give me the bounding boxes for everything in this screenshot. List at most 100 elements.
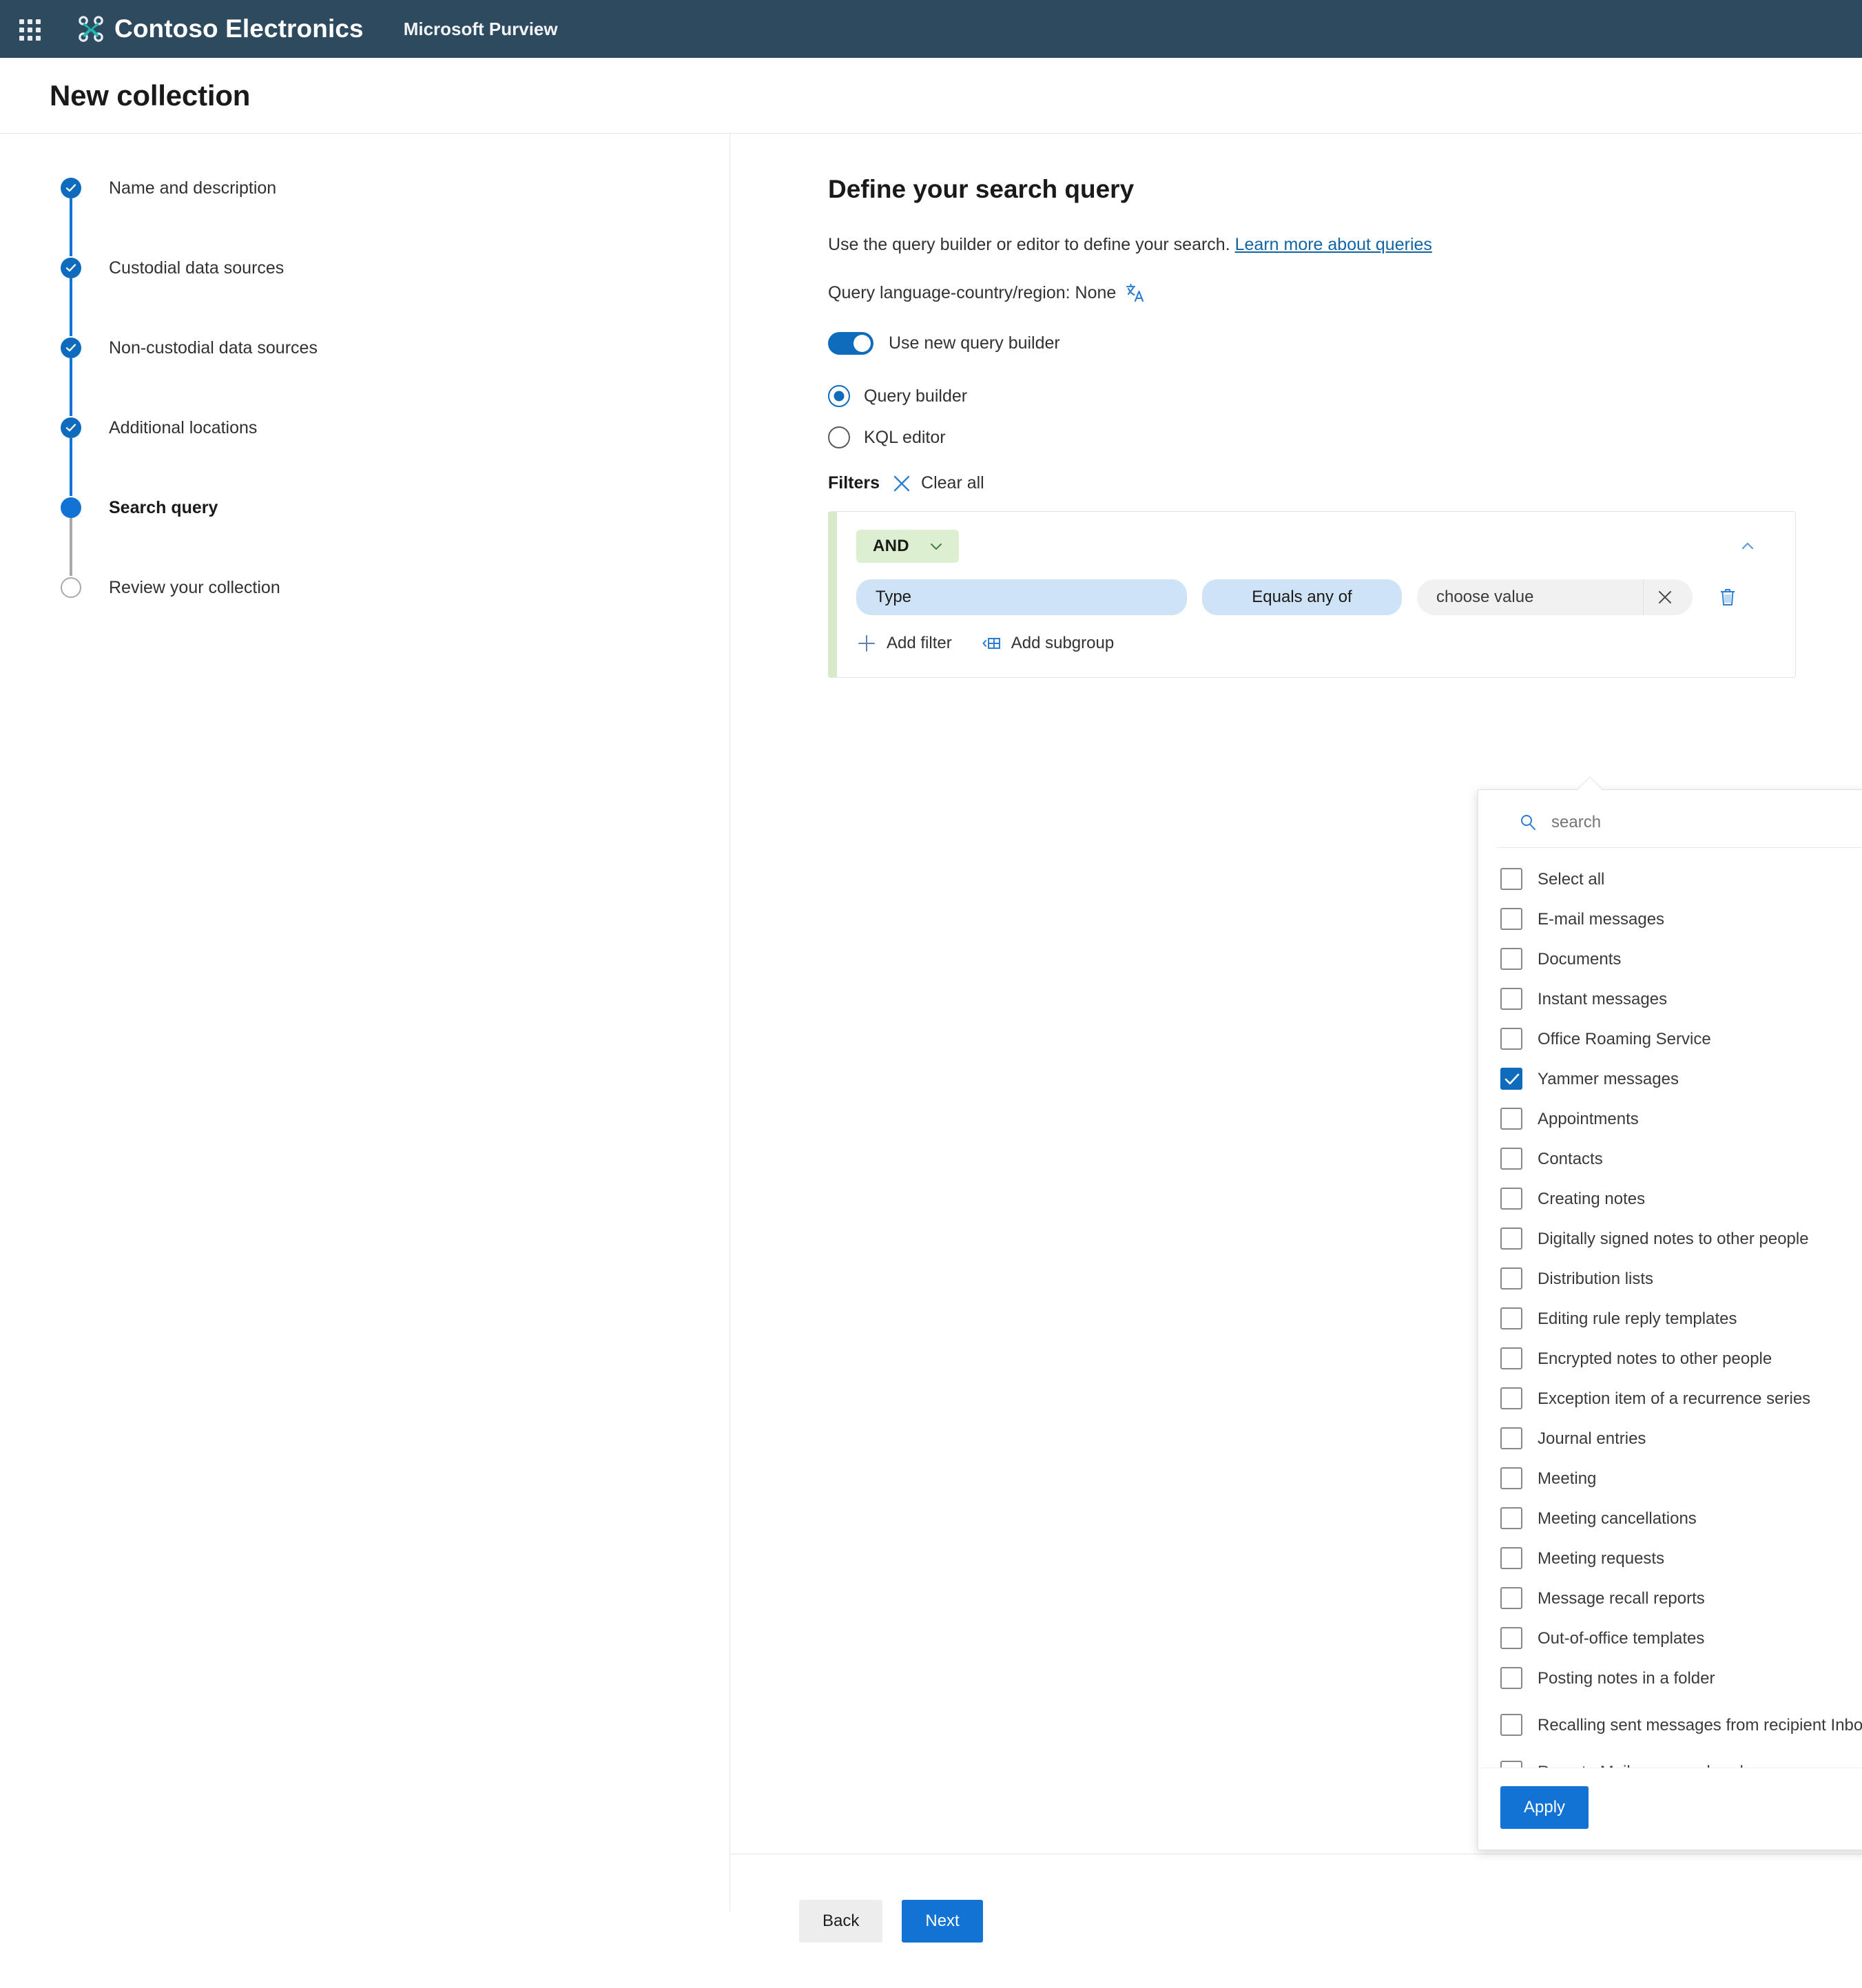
page-title: New collection bbox=[50, 79, 251, 112]
step-marker bbox=[59, 496, 83, 576]
dropdown-option[interactable]: Office Roaming Service bbox=[1478, 1019, 1862, 1059]
apply-button[interactable]: Apply bbox=[1500, 1786, 1589, 1829]
wizard-footer: Back Next bbox=[730, 1854, 1862, 1988]
filter-value-select[interactable]: choose value bbox=[1417, 579, 1693, 615]
checkbox-icon[interactable] bbox=[1500, 1108, 1522, 1130]
step-review-your-collection[interactable]: Review your collection bbox=[59, 576, 730, 610]
brand-area[interactable]: Contoso Electronics bbox=[76, 14, 364, 44]
radio-query-builder[interactable]: Query builder bbox=[828, 385, 1862, 407]
dropdown-option[interactable]: Encrypted notes to other people bbox=[1478, 1338, 1862, 1378]
use-new-query-builder-toggle[interactable] bbox=[828, 332, 873, 355]
add-filter-button[interactable]: Add filter bbox=[856, 633, 952, 654]
dropdown-option[interactable]: Documents bbox=[1478, 939, 1862, 979]
step-custodial-data-sources[interactable]: Custodial data sources bbox=[59, 256, 730, 336]
learn-more-link[interactable]: Learn more about queries bbox=[1235, 235, 1432, 254]
filter-value-placeholder: choose value bbox=[1436, 588, 1534, 606]
step-non-custodial-data-sources[interactable]: Non-custodial data sources bbox=[59, 336, 730, 416]
radio-kql-editor[interactable]: KQL editor bbox=[828, 426, 1862, 448]
checkbox-icon[interactable] bbox=[1500, 1387, 1522, 1409]
dropdown-option[interactable]: Journal entries bbox=[1478, 1418, 1862, 1458]
checkbox-icon[interactable] bbox=[1500, 1188, 1522, 1210]
step-marker bbox=[59, 336, 83, 416]
page-title-bar: New collection bbox=[0, 58, 1862, 134]
dropdown-option[interactable]: Digitally signed notes to other people bbox=[1478, 1219, 1862, 1259]
add-subgroup-button[interactable]: Add subgroup bbox=[981, 633, 1114, 654]
dropdown-option[interactable]: Meeting requests bbox=[1478, 1538, 1862, 1578]
app-launcher-icon[interactable] bbox=[15, 15, 43, 43]
back-button[interactable]: Back bbox=[799, 1900, 883, 1943]
dropdown-option[interactable]: Distribution lists bbox=[1478, 1259, 1862, 1298]
step-connector bbox=[70, 278, 72, 336]
dropdown-option[interactable]: Out-of-office templates bbox=[1478, 1618, 1862, 1658]
value-dropdown-panel: Select all E-mail messages Documents Instan… bbox=[1478, 776, 1862, 1850]
empty-circle-icon bbox=[61, 577, 81, 598]
current-step-icon bbox=[61, 497, 81, 518]
operator-label: AND bbox=[873, 537, 909, 555]
clear-all-button[interactable]: Clear all bbox=[892, 473, 984, 493]
check-circle-icon bbox=[61, 338, 81, 358]
dropdown-option[interactable]: Meeting cancellations bbox=[1478, 1498, 1862, 1538]
dropdown-option[interactable]: Yammer messages bbox=[1478, 1059, 1862, 1099]
dropdown-search-input[interactable] bbox=[1550, 811, 1862, 833]
dropdown-option[interactable]: Posting notes in a folder bbox=[1478, 1658, 1862, 1698]
step-name-and-description[interactable]: Name and description bbox=[59, 176, 730, 256]
dropdown-option-label: E-mail messages bbox=[1538, 909, 1665, 929]
checkbox-icon[interactable] bbox=[1500, 1148, 1522, 1170]
dropdown-option-label: Encrypted notes to other people bbox=[1538, 1349, 1772, 1368]
checkbox-icon[interactable] bbox=[1500, 1547, 1522, 1569]
collapse-group-button[interactable] bbox=[1739, 537, 1775, 555]
close-icon bbox=[892, 474, 911, 493]
checkbox-icon[interactable] bbox=[1500, 988, 1522, 1010]
checkbox-icon[interactable] bbox=[1500, 1587, 1522, 1609]
translate-icon[interactable] bbox=[1126, 282, 1146, 303]
delete-filter-button[interactable] bbox=[1712, 581, 1744, 613]
dropdown-option-list[interactable]: Select all E-mail messages Documents Instan… bbox=[1478, 848, 1862, 1768]
checkbox-icon[interactable] bbox=[1500, 1427, 1522, 1449]
chevron-up-icon bbox=[1739, 537, 1757, 555]
checkbox-icon[interactable] bbox=[1500, 868, 1522, 890]
checkbox-icon[interactable] bbox=[1500, 948, 1522, 970]
checkbox-icon[interactable] bbox=[1500, 1761, 1522, 1768]
filter-field-value: Type bbox=[876, 588, 912, 606]
checkbox-icon[interactable] bbox=[1500, 1307, 1522, 1329]
dropdown-option[interactable]: Message recall reports bbox=[1478, 1578, 1862, 1618]
dropdown-option-label: Journal entries bbox=[1538, 1429, 1646, 1448]
dropdown-option[interactable]: Meeting bbox=[1478, 1458, 1862, 1498]
query-language-row: Query language-country/region: None bbox=[828, 281, 1862, 304]
filter-row: Type Equals any of choose value bbox=[856, 579, 1775, 615]
dropdown-option[interactable]: Recalling sent messages from recipient I… bbox=[1478, 1698, 1862, 1752]
checkbox-icon[interactable] bbox=[1500, 1028, 1522, 1050]
checkbox-icon[interactable] bbox=[1500, 1627, 1522, 1649]
operator-dropdown[interactable]: AND bbox=[856, 530, 959, 563]
checkbox-icon[interactable] bbox=[1500, 1267, 1522, 1290]
dropdown-option[interactable]: Select all bbox=[1478, 859, 1862, 899]
add-subgroup-icon bbox=[981, 633, 1002, 654]
dropdown-option[interactable]: Appointments bbox=[1478, 1099, 1862, 1139]
checkbox-icon[interactable] bbox=[1500, 908, 1522, 930]
checkbox-icon[interactable] bbox=[1500, 1228, 1522, 1250]
checkbox-icon[interactable] bbox=[1500, 1714, 1522, 1736]
dropdown-option[interactable]: Contacts bbox=[1478, 1139, 1862, 1179]
checkbox-icon[interactable] bbox=[1500, 1467, 1522, 1489]
step-connector bbox=[70, 518, 72, 576]
checkbox-icon[interactable] bbox=[1500, 1667, 1522, 1689]
checkbox-icon[interactable] bbox=[1500, 1507, 1522, 1529]
step-search-query[interactable]: Search query bbox=[59, 496, 730, 576]
section-heading: Define your search query bbox=[828, 175, 1135, 203]
app-name[interactable]: Microsoft Purview bbox=[404, 19, 558, 40]
filter-group-actions: Add filter Add subgroup bbox=[856, 633, 1775, 654]
filter-condition-select[interactable]: Equals any of bbox=[1202, 579, 1402, 615]
dropdown-option[interactable]: Instant messages bbox=[1478, 979, 1862, 1019]
dropdown-option[interactable]: Remote Mail message headers bbox=[1478, 1752, 1862, 1768]
filter-field-select[interactable]: Type bbox=[856, 579, 1187, 615]
checkbox-checked-icon[interactable] bbox=[1500, 1068, 1522, 1090]
dropdown-option[interactable]: E-mail messages bbox=[1478, 899, 1862, 939]
step-additional-locations[interactable]: Additional locations bbox=[59, 416, 730, 496]
clear-value-icon[interactable] bbox=[1643, 579, 1686, 615]
dropdown-option[interactable]: Exception item of a recurrence series bbox=[1478, 1378, 1862, 1418]
dropdown-option[interactable]: Creating notes bbox=[1478, 1179, 1862, 1219]
checkbox-icon[interactable] bbox=[1500, 1347, 1522, 1369]
filter-condition-value: Equals any of bbox=[1252, 588, 1352, 606]
next-button[interactable]: Next bbox=[902, 1900, 983, 1943]
dropdown-option[interactable]: Editing rule reply templates bbox=[1478, 1298, 1862, 1338]
